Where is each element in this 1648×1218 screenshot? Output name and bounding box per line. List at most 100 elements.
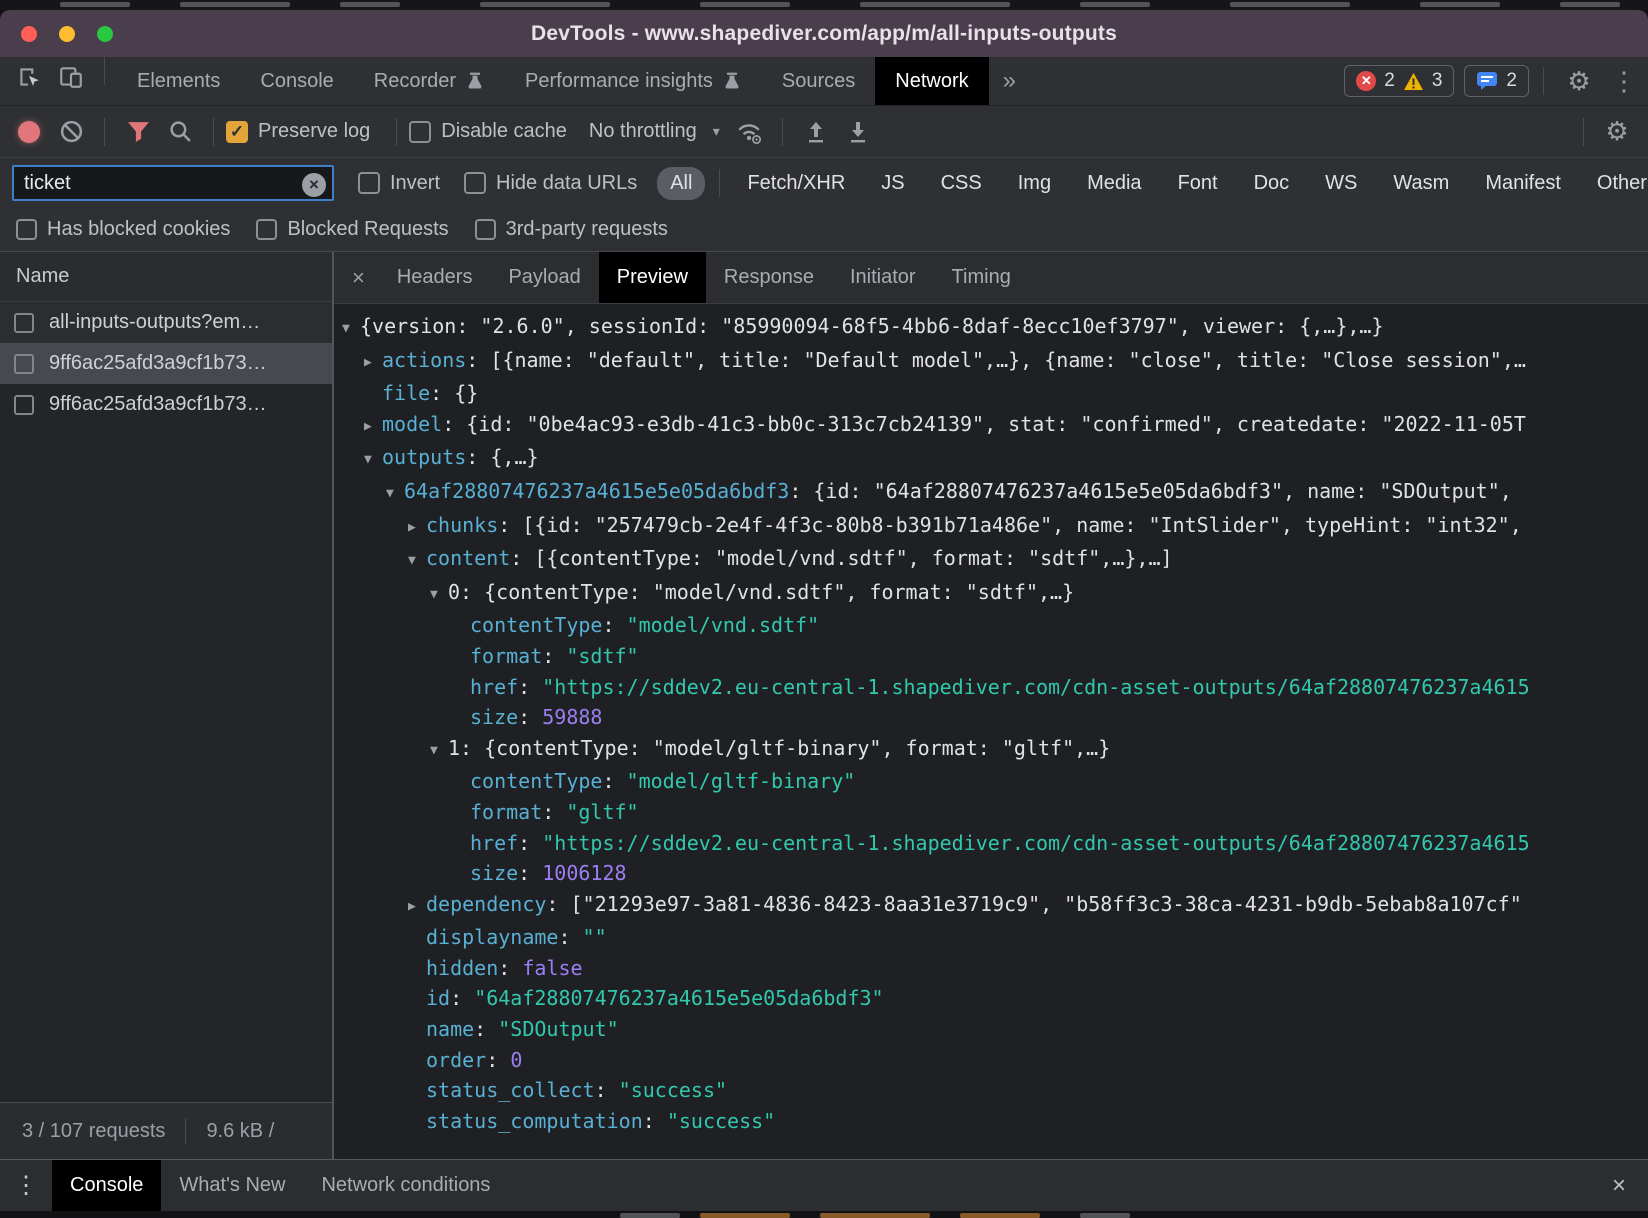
type-filter-wasm[interactable]: Wasm: [1380, 167, 1462, 200]
disclosure-triangle-icon[interactable]: ▼: [386, 479, 404, 510]
disclosure-triangle-icon[interactable]: ▶: [408, 513, 426, 544]
close-detail-icon[interactable]: ×: [334, 252, 379, 303]
invert-checkbox[interactable]: [358, 172, 380, 194]
json-text: : [{id: "257479cb-2e4f-4f3c-80b8-b391b71…: [498, 513, 1522, 537]
request-list-empty-area: [0, 425, 332, 1102]
type-filter-ws[interactable]: WS: [1312, 167, 1370, 200]
clear-filter-icon[interactable]: ×: [302, 173, 326, 197]
request-checkbox[interactable]: [14, 395, 34, 415]
page-behind-fragment: [1080, 1213, 1130, 1218]
page-behind-fragment: [480, 2, 610, 7]
request-list-header[interactable]: Name: [0, 252, 332, 302]
json-number: 1006128: [542, 861, 626, 885]
drawer-menu-icon[interactable]: ⋮: [0, 1160, 52, 1211]
tab-label: Elements: [137, 70, 220, 93]
request-row[interactable]: 9ff6ac25afd3a9cf1b73…: [0, 343, 332, 384]
type-filter-fetchxhr[interactable]: Fetch/XHR: [734, 167, 858, 200]
search-icon[interactable]: [159, 112, 201, 152]
record-network-log-button[interactable]: [8, 112, 50, 152]
tab-network[interactable]: Network: [875, 57, 988, 105]
titlebar: DevTools - www.shapediver.com/app/m/all-…: [0, 10, 1648, 57]
tab-recorder[interactable]: Recorder: [354, 57, 505, 105]
drawer-tab-network-conditions[interactable]: Network conditions: [303, 1160, 508, 1211]
disclosure-triangle-icon[interactable]: ▼: [342, 314, 360, 345]
type-filter-css[interactable]: CSS: [928, 167, 995, 200]
hide-data-urls-checkbox[interactable]: [464, 172, 486, 194]
network-conditions-icon[interactable]: [728, 112, 770, 152]
json-number: false: [522, 956, 582, 980]
detail-tab-timing[interactable]: Timing: [934, 252, 1029, 303]
errors-warnings-badge[interactable]: ✕ 2 3: [1344, 65, 1454, 97]
issues-count: 2: [1506, 70, 1517, 92]
blocked-requests-checkbox[interactable]: [256, 219, 277, 240]
type-filter-doc[interactable]: Doc: [1241, 167, 1303, 200]
import-har-icon[interactable]: [795, 112, 837, 152]
type-filter-font[interactable]: Font: [1165, 167, 1231, 200]
tab-console[interactable]: Console: [240, 57, 353, 105]
drawer-tab-what-s-new[interactable]: What's New: [161, 1160, 303, 1211]
inspect-element-icon[interactable]: [8, 57, 50, 97]
has-blocked-cookies-checkbox[interactable]: [16, 219, 37, 240]
detail-tab-preview[interactable]: Preview: [599, 252, 706, 303]
disclosure-triangle-icon[interactable]: ▼: [408, 546, 426, 577]
detail-tab-response[interactable]: Response: [706, 252, 832, 303]
drawer-tab-console[interactable]: Console: [52, 1160, 161, 1211]
json-tree-line: name: "SDOutput": [334, 1014, 1648, 1045]
type-filter-manifest[interactable]: Manifest: [1472, 167, 1574, 200]
settings-gear-icon[interactable]: ⚙: [1558, 61, 1600, 101]
json-text: : {}: [430, 381, 478, 405]
network-settings-gear-icon[interactable]: ⚙: [1596, 112, 1638, 152]
json-key: size: [470, 861, 518, 885]
network-filter-row: × Invert Hide data URLs AllFetch/XHRJSCS…: [0, 158, 1648, 208]
json-string: "64af28807476237a4615e5e05da6bdf3": [474, 986, 883, 1010]
overflow-menu-icon[interactable]: ⋮: [1610, 61, 1638, 101]
tab-elements[interactable]: Elements: [117, 57, 240, 105]
json-text: :: [518, 831, 542, 855]
json-string: "gltf": [566, 800, 638, 824]
disclosure-triangle-icon[interactable]: ▼: [430, 580, 448, 611]
request-row[interactable]: 9ff6ac25afd3a9cf1b73…: [0, 384, 332, 425]
disclosure-triangle-icon[interactable]: ▶: [364, 412, 382, 443]
disclosure-triangle-icon[interactable]: ▼: [430, 736, 448, 767]
request-count-summary: 3 / 107 requests: [22, 1120, 165, 1143]
json-text: :: [643, 1109, 667, 1133]
preserve-log-checkbox[interactable]: ✓: [226, 121, 248, 143]
issues-badge[interactable]: 2: [1464, 65, 1529, 97]
device-toolbar-icon[interactable]: [50, 57, 92, 97]
page-behind-fragment: [180, 2, 290, 7]
export-har-icon[interactable]: [837, 112, 879, 152]
tab-sources[interactable]: Sources: [762, 57, 875, 105]
type-filter-other[interactable]: Other: [1584, 167, 1648, 200]
type-filter-all[interactable]: All: [657, 167, 705, 200]
third-party-requests-checkbox[interactable]: [475, 219, 496, 240]
filter-input[interactable]: [12, 165, 334, 201]
type-filter-js[interactable]: JS: [868, 167, 917, 200]
json-text: :: [518, 861, 542, 885]
request-detail-tabs: × HeadersPayloadPreviewResponseInitiator…: [334, 252, 1648, 304]
detail-tab-headers[interactable]: Headers: [379, 252, 491, 303]
disable-cache-checkbox[interactable]: [409, 121, 431, 143]
request-name: all-inputs-outputs?em…: [49, 311, 260, 334]
request-checkbox[interactable]: [14, 354, 34, 374]
type-filter-media[interactable]: Media: [1074, 167, 1154, 200]
type-filter-img[interactable]: Img: [1005, 167, 1064, 200]
page-behind-fragment: [1080, 2, 1150, 7]
clear-network-log-icon[interactable]: [50, 112, 92, 152]
json-tree-line: ▶chunks: [{id: "257479cb-2e4f-4f3c-80b8-…: [334, 510, 1648, 544]
filter-funnel-icon[interactable]: [117, 112, 159, 152]
disclosure-triangle-icon[interactable]: ▼: [364, 445, 382, 476]
json-tree-line: href: "https://sddev2.eu-central-1.shape…: [334, 828, 1648, 859]
json-text: :: [542, 644, 566, 668]
request-row[interactable]: all-inputs-outputs?em…: [0, 302, 332, 343]
disclosure-triangle-icon[interactable]: ▶: [364, 348, 382, 379]
throttling-dropdown[interactable]: No throttling ▾: [589, 120, 720, 143]
check-icon: ✓: [230, 122, 244, 142]
request-checkbox[interactable]: [14, 313, 34, 333]
disclosure-triangle-icon[interactable]: ▶: [408, 892, 426, 923]
detail-tab-initiator[interactable]: Initiator: [832, 252, 934, 303]
tab-performance-insights[interactable]: Performance insights: [505, 57, 762, 105]
more-tabs-icon[interactable]: »: [989, 57, 1030, 105]
detail-tab-payload[interactable]: Payload: [490, 252, 598, 303]
close-drawer-icon[interactable]: ×: [1590, 1160, 1648, 1211]
page-behind-top: [0, 0, 1648, 10]
